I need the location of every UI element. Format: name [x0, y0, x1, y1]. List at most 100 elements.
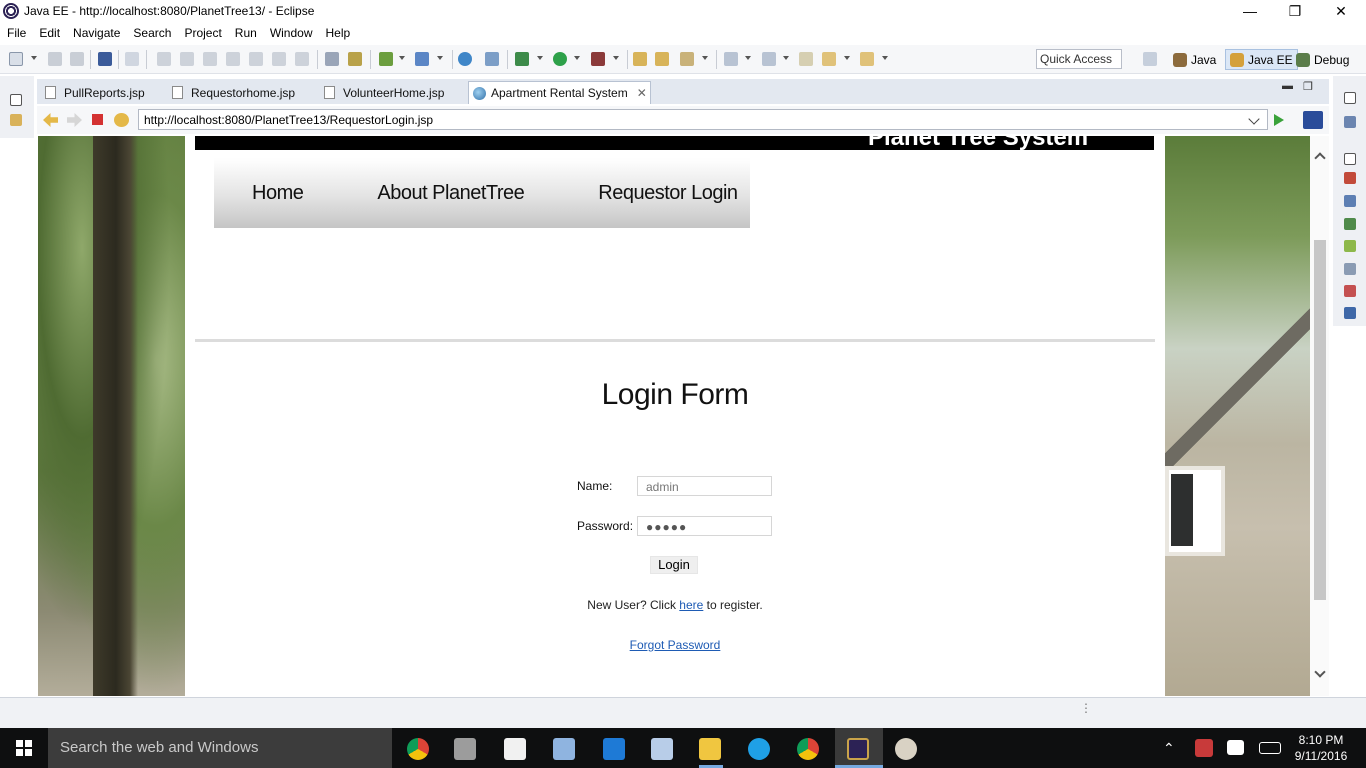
markers-icon[interactable] [1344, 172, 1356, 184]
menu-edit[interactable]: Edit [32, 26, 66, 40]
new-server-icon[interactable] [379, 52, 393, 66]
scroll-up-icon[interactable] [1314, 152, 1326, 164]
minimize-editor-icon[interactable]: ▬ [1282, 80, 1293, 92]
new-dropdown-icon[interactable] [31, 56, 37, 60]
run-icon[interactable] [553, 52, 567, 66]
restore-bottom-view-icon[interactable] [1344, 153, 1356, 165]
chrome-second-icon[interactable] [797, 738, 819, 760]
perspective-java[interactable]: Java [1169, 49, 1220, 70]
menu-file[interactable]: File [0, 26, 32, 40]
project-explorer-icon[interactable] [10, 114, 22, 126]
notifications-icon[interactable] [1227, 740, 1244, 755]
url-input[interactable]: http://localhost:8080/PlanetTree13/Reque… [138, 109, 1268, 130]
external-tools-icon[interactable] [591, 52, 605, 66]
open-project-icon[interactable] [633, 52, 647, 66]
nav-about[interactable]: About PlanetTree [377, 182, 524, 205]
task-view-icon[interactable] [454, 738, 476, 760]
resume-icon[interactable] [157, 52, 171, 66]
outline-icon[interactable] [1344, 116, 1356, 128]
open-external-browser-icon[interactable] [1303, 111, 1323, 129]
nav-requestor-login[interactable]: Requestor Login [598, 182, 738, 205]
web-browser-icon[interactable] [458, 52, 472, 66]
menu-project[interactable]: Project [177, 26, 227, 40]
restore-right-view-icon[interactable] [1344, 92, 1356, 104]
menu-run[interactable]: Run [228, 26, 263, 40]
virtualbox-icon[interactable] [553, 738, 575, 760]
step-into-icon[interactable] [249, 52, 263, 66]
skype-icon[interactable] [748, 738, 770, 760]
browser-stop-icon[interactable] [92, 114, 103, 125]
suspend-icon[interactable] [180, 52, 194, 66]
pen-icon[interactable] [680, 52, 694, 66]
restore-view-icon[interactable] [10, 94, 22, 106]
chrome-icon[interactable] [407, 738, 429, 760]
back-icon[interactable] [822, 52, 836, 66]
forgot-password-link[interactable]: Forgot Password [630, 638, 721, 652]
edge-icon[interactable] [603, 738, 625, 760]
open-perspective-icon[interactable] [1143, 52, 1157, 66]
new-icon[interactable] [9, 52, 23, 66]
menu-search[interactable]: Search [126, 26, 177, 40]
paint-icon[interactable] [895, 738, 917, 760]
scrollbar-thumb[interactable] [1314, 240, 1326, 600]
taskbar-search-box[interactable]: Search the web and Windows [48, 728, 392, 768]
name-input[interactable]: admin [637, 476, 772, 496]
password-input[interactable]: ●●●●● [637, 516, 772, 536]
scroll-down-icon[interactable] [1314, 666, 1326, 678]
keyboard-icon[interactable] [1259, 742, 1281, 754]
eclipse-taskbar-icon[interactable] [847, 738, 869, 760]
perspective-java-ee[interactable]: Java EE [1225, 49, 1298, 70]
store-icon[interactable] [504, 738, 526, 760]
console-view-icon[interactable] [1344, 307, 1356, 319]
tab-apartment-rental-system[interactable]: Apartment Rental System ✕ [468, 81, 651, 104]
image-viewer-icon[interactable] [651, 738, 673, 760]
last-edit-icon[interactable] [799, 52, 813, 66]
snippets-icon[interactable] [1344, 263, 1356, 275]
previous-annotation-icon[interactable] [762, 52, 776, 66]
close-window-button[interactable]: ✕ [1318, 0, 1364, 22]
forward-icon[interactable] [860, 52, 874, 66]
properties-icon[interactable] [1344, 195, 1356, 207]
problems-icon[interactable] [1344, 285, 1356, 297]
go-icon[interactable] [1274, 114, 1284, 126]
step-over-icon[interactable] [272, 52, 286, 66]
save-all-icon[interactable] [70, 52, 84, 66]
quick-access-input[interactable]: Quick Access [1036, 49, 1122, 69]
perspective-debug[interactable]: Debug [1292, 49, 1353, 70]
tab-requestorhome[interactable]: Requestorhome.jsp [168, 81, 295, 104]
restore-button[interactable]: ❐ [1272, 0, 1318, 22]
page-scrollbar[interactable] [1310, 136, 1329, 696]
browser-forward-icon[interactable] [67, 113, 82, 127]
publish-icon[interactable] [485, 52, 499, 66]
terminate-icon[interactable] [203, 52, 217, 66]
servers-icon[interactable] [1344, 218, 1356, 230]
file-explorer-icon[interactable] [699, 738, 721, 760]
tray-app-icon[interactable] [1195, 739, 1213, 757]
format-icon[interactable] [325, 52, 339, 66]
console-icon[interactable] [98, 52, 112, 66]
register-link[interactable]: here [679, 598, 703, 612]
menu-navigate[interactable]: Navigate [66, 26, 126, 40]
debug-icon[interactable] [515, 52, 529, 66]
menu-help[interactable]: Help [319, 26, 357, 40]
show-hidden-icons-icon[interactable]: ⌃ [1163, 728, 1175, 768]
nav-home[interactable]: Home [252, 182, 304, 205]
browser-back-icon[interactable] [43, 113, 58, 127]
tab-pullreports[interactable]: PullReports.jsp [41, 81, 145, 104]
browser-refresh-icon[interactable] [114, 113, 129, 127]
minimize-button[interactable]: — [1227, 0, 1273, 22]
system-clock[interactable]: 8:10 PM 9/11/2016 [1290, 732, 1352, 764]
new-class-icon[interactable] [415, 52, 429, 66]
open-type-icon[interactable] [348, 52, 362, 66]
step-return-icon[interactable] [295, 52, 309, 66]
disconnect-icon[interactable] [226, 52, 240, 66]
open-folder-icon[interactable] [655, 52, 669, 66]
start-button[interactable] [0, 728, 48, 768]
next-annotation-icon[interactable] [724, 52, 738, 66]
tab-volunteerhome[interactable]: VolunteerHome.jsp [320, 81, 444, 104]
menu-window[interactable]: Window [263, 26, 319, 40]
close-tab-icon[interactable]: ✕ [637, 86, 647, 100]
skip-breakpoints-icon[interactable] [125, 52, 139, 66]
save-icon[interactable] [48, 52, 62, 66]
data-source-icon[interactable] [1344, 240, 1356, 252]
